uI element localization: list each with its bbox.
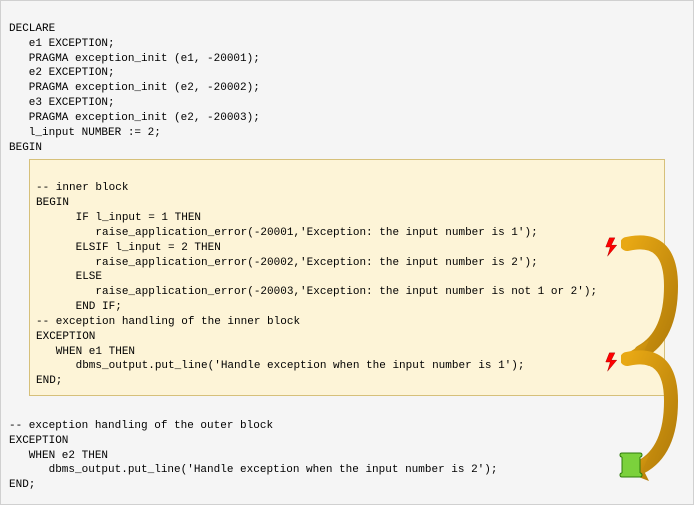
line: e3 EXCEPTION;: [9, 97, 115, 109]
line: EXCEPTION: [36, 331, 95, 343]
line: BEGIN: [9, 142, 42, 154]
line: IF l_input = 1 THEN: [36, 212, 201, 224]
line: DECLARE: [9, 23, 55, 35]
line: WHEN e1 THEN: [36, 346, 135, 358]
outer-block: DECLARE e1 EXCEPTION; PRAGMA exception_i…: [9, 7, 685, 155]
line: -- exception handling of the outer block: [9, 420, 273, 432]
line: -- exception handling of the inner block: [36, 316, 300, 328]
outer-exception-block: -- exception handling of the outer block…: [9, 404, 685, 493]
line: PRAGMA exception_init (e2, -20002);: [9, 82, 260, 94]
line: l_input NUMBER := 2;: [9, 127, 161, 139]
line: dbms_output.put_line('Handle exception w…: [9, 464, 497, 476]
line: PRAGMA exception_init (e2, -20003);: [9, 112, 260, 124]
line: BEGIN: [36, 197, 69, 209]
line: -- inner block: [36, 182, 128, 194]
line: e2 EXCEPTION;: [9, 67, 115, 79]
line: raise_application_error(-20001,'Exceptio…: [36, 227, 538, 239]
line: END IF;: [36, 301, 122, 313]
line: raise_application_error(-20003,'Exceptio…: [36, 286, 597, 298]
line: ELSIF l_input = 2 THEN: [36, 242, 221, 254]
line: WHEN e2 THEN: [9, 450, 108, 462]
line: END;: [9, 479, 35, 491]
line: e1 EXCEPTION;: [9, 38, 115, 50]
line: dbms_output.put_line('Handle exception w…: [36, 360, 524, 372]
line: ELSE: [36, 271, 102, 283]
line: PRAGMA exception_init (e1, -20001);: [9, 53, 260, 65]
code-diagram: DECLARE e1 EXCEPTION; PRAGMA exception_i…: [0, 0, 694, 505]
inner-block: -- inner block BEGIN IF l_input = 1 THEN…: [29, 159, 665, 396]
line: raise_application_error(-20002,'Exceptio…: [36, 257, 538, 269]
line: END;: [36, 375, 62, 387]
line: EXCEPTION: [9, 435, 68, 447]
output-scroll-icon: [619, 452, 643, 478]
